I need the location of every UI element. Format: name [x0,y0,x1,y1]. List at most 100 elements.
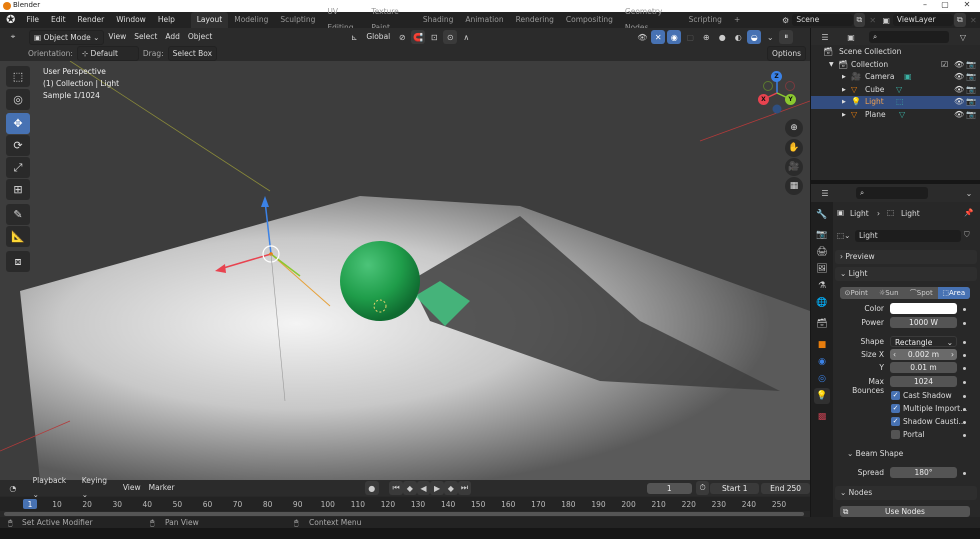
tab-render-icon[interactable]: 📷 [814,227,830,243]
menu-add[interactable]: Add [161,30,184,44]
keyframe-dot[interactable] [963,322,966,325]
options-chevron-icon[interactable]: ⌄ [962,186,976,200]
solid-shading-icon[interactable]: ● [715,30,729,44]
filter-scene-icon[interactable]: ▣ [844,30,858,44]
keyframe-dot[interactable] [963,408,966,411]
rotate-tool[interactable]: ⟳ [6,135,30,156]
end-frame-field[interactable]: End 250 [761,482,810,494]
add-cube-tool[interactable]: ⧈ [6,251,30,272]
blender-logo-icon[interactable]: ✪ [5,13,16,27]
render-camera-icon[interactable]: 📷 [966,96,976,109]
light-data-icon[interactable]: ⬚ [896,96,904,109]
light-type-spot[interactable]: ⌒Spot [905,287,938,299]
filter-icon[interactable]: ▽ [956,30,970,44]
keyframe-dot[interactable] [963,354,966,357]
tab-layout[interactable]: Layout [190,12,229,28]
new-scene-icon[interactable]: ⧉ [853,13,866,27]
menu-select[interactable]: Select [130,30,161,44]
outliner-item-light[interactable]: ▶ 💡 Light ⬚ 👁 📷 [811,96,980,109]
visibility-eye-icon[interactable]: 👁 [954,71,964,84]
close-button[interactable]: ✕ [956,0,978,12]
camera-data-icon[interactable]: ▣ [904,71,912,84]
keyframe-dot[interactable] [963,472,966,475]
gizmo-z-ball[interactable]: Z [771,71,782,82]
editor-type-icon[interactable]: ⌖ [6,30,20,44]
max-bounces-field[interactable]: 1024 [890,376,957,387]
delete-scene-icon[interactable]: ✕ [867,13,878,27]
light-type-point[interactable]: ⊙Point [840,287,873,299]
tab-object-icon[interactable]: ■ [814,337,830,353]
editor-type-clock-icon[interactable]: ◔ [6,481,20,495]
render-camera-icon[interactable]: 📷 [966,109,976,122]
expand-arrow-icon[interactable]: ▶ [842,109,846,122]
expand-arrow-icon[interactable]: ▶ [842,84,846,97]
size-y-field[interactable]: 0.01 m [890,362,957,373]
mode-dropdown[interactable]: ▣ Object Mode ⌄ [29,29,105,45]
snap-target-icon[interactable]: ⊡ [427,30,441,44]
datablock-browse-icon[interactable]: ⬚⌄ [837,231,850,240]
visibility-eye-icon[interactable]: 👁 [954,59,964,72]
jump-end-icon[interactable]: ⏭ [457,481,472,495]
scene-name-field[interactable]: Scene [792,14,853,26]
shadow-caustics-checkbox[interactable]: ✓ [891,417,900,426]
render-camera-icon[interactable]: 📷 [966,59,976,72]
light-type-sun[interactable]: ☼Sun [873,287,906,299]
tab-rendering[interactable]: Rendering [510,12,560,28]
start-frame-field[interactable]: Start 1 [710,482,760,494]
gizmo-x-ball[interactable]: X [758,94,769,105]
tab-scripting[interactable]: Scripting [683,12,728,28]
tab-light-data-icon[interactable]: 💡 [814,388,830,404]
editor-type-icon[interactable]: ☰ [818,186,832,200]
pan-view-button[interactable]: ✋ [785,139,803,157]
minimize-button[interactable]: – [914,0,936,12]
options-dropdown[interactable]: Options [767,46,806,61]
play-icon[interactable]: ▶ [430,481,444,495]
tab-sculpting[interactable]: Sculpting [274,12,321,28]
snap-icon[interactable]: 🧲 [411,30,426,44]
portal-checkbox[interactable] [891,430,900,439]
keyframe-dot[interactable] [963,434,966,437]
auto-keying-icon[interactable]: ● [364,481,379,495]
spread-field[interactable]: 180° [890,467,957,478]
light-type-area[interactable]: ⬚Area [937,287,970,299]
panel-nodes-header[interactable]: ⌄ Nodes [835,486,977,500]
material-shading-icon[interactable]: ◐ [731,30,745,44]
tab-compositing[interactable]: Compositing [560,12,619,28]
color-swatch[interactable] [890,303,957,314]
jump-prev-keyframe-icon[interactable]: ◆ [402,481,417,495]
menu-view[interactable]: View [119,481,145,495]
tab-view-layer-icon[interactable]: 🖼 [814,261,830,277]
tab-physics-icon[interactable]: ◎ [814,371,830,387]
measure-tool[interactable]: 📐 [6,226,30,247]
3d-viewport[interactable]: User Perspective (1) Collection | Light … [0,61,810,480]
outliner-item-plane[interactable]: ▶ ▽ Plane ▽ 👁 📷 [811,109,980,122]
maximize-button[interactable]: ▢ [934,0,956,12]
menu-marker[interactable]: Marker [145,481,179,495]
pivot-point-icon[interactable]: ⊘ [395,30,409,44]
visibility-eye-icon[interactable]: 👁 [954,96,964,109]
gizmo-neg-z[interactable] [772,104,782,114]
cursor-tool[interactable]: ◎ [6,89,30,110]
play-reverse-icon[interactable]: ◀ [416,481,431,495]
expand-arrow-icon[interactable]: ▶ [842,96,846,109]
pin-icon[interactable]: 📌 [964,208,973,217]
tab-scene-icon[interactable]: ⚗ [814,278,830,294]
tab-modeling[interactable]: Modeling [228,12,274,28]
panel-light-header[interactable]: ⌄ Light [835,267,977,281]
beam-shape-subpanel[interactable]: ⌄ Beam Shape [847,449,903,458]
move-tool[interactable]: ✥ [6,113,30,134]
orientation-dropdown[interactable]: ⊹ Default [76,46,139,61]
use-nodes-button[interactable]: ⧉ Use Nodes [840,506,970,517]
fake-user-shield-icon[interactable]: ⛉ [964,230,970,240]
add-workspace-button[interactable]: + [728,12,746,28]
visibility-eye-icon[interactable]: 👁 [954,84,964,97]
render-camera-icon[interactable]: 📷 [966,71,976,84]
gizmo-z-arrowhead[interactable] [261,196,269,207]
tab-collection-icon[interactable]: 🗃 [814,316,830,332]
gizmo-neg-x[interactable] [785,81,795,91]
expand-arrow-icon[interactable]: ▶ [842,71,846,84]
outliner-search-input[interactable]: ⌕ [869,31,949,43]
size-x-field[interactable]: ‹ 0.002 m › [890,349,957,360]
tab-texture-icon[interactable]: ▩ [814,409,830,425]
ortho-toggle-button[interactable]: ▦ [785,177,803,195]
